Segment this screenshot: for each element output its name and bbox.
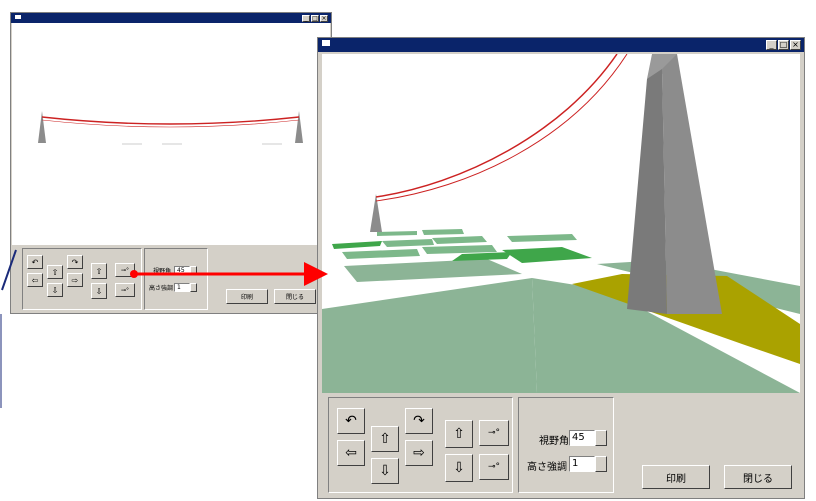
rotate-right-button[interactable]: ↷ <box>67 255 83 269</box>
small-window-titlebar: _ □ × <box>11 13 331 23</box>
move-right-button[interactable]: ⇨ <box>67 273 83 287</box>
tower-right <box>295 111 303 143</box>
arrow-right-icon: ⇨ <box>71 275 79 285</box>
zoom-in-icon: ⊸° <box>120 266 130 274</box>
move-up-button[interactable]: ⇧ <box>47 265 63 279</box>
backward-button[interactable]: ⇩ <box>445 454 473 482</box>
small-scene <box>38 111 303 145</box>
app-icon <box>15 15 21 19</box>
large-control-panel: ↶ ⇦ ⇧ ⇩ ↷ ⇨ ⇧ ⇩ ⊸° ⊸° 視野角 45 高さ強調 1 印刷 閉… <box>322 393 800 497</box>
small-control-panel: ↶ ⇦ ⇧ ⇩ ↷ ⇨ ⇧ ⇩ ⊸° ⊸° 視野角 45 高さ強調 1 印刷 閉… <box>12 245 330 313</box>
move-up-button[interactable]: ⇧ <box>371 426 399 452</box>
rotate-left-icon: ↶ <box>345 413 357 429</box>
height-spinner[interactable] <box>595 456 607 472</box>
large-window-titlebar: _ □ × <box>318 38 804 52</box>
zoom-in-button[interactable]: ⊸° <box>115 263 135 277</box>
field-patch <box>422 245 497 254</box>
maximize-button[interactable]: □ <box>311 15 319 22</box>
arrow-down-icon: ⇩ <box>379 463 391 479</box>
move-forward-icon: ⇧ <box>453 426 465 442</box>
settings-group: 視野角 45 高さ強調 1 <box>144 248 208 310</box>
move-left-button[interactable]: ⇦ <box>337 440 365 466</box>
tower-main-side <box>627 69 667 314</box>
close-dialog-button[interactable]: 閉じる <box>724 465 792 489</box>
field-patch <box>507 234 577 242</box>
fov-spinner[interactable] <box>595 430 607 446</box>
small-3d-view[interactable] <box>12 23 330 245</box>
tower-left <box>38 111 46 143</box>
maximize-button[interactable]: □ <box>778 40 789 50</box>
height-input[interactable]: 1 <box>569 456 595 472</box>
zoom-out-button[interactable]: ⊸° <box>115 283 135 297</box>
arrow-down-icon: ⇩ <box>51 285 59 295</box>
field-patch <box>452 252 512 261</box>
close-button[interactable]: × <box>790 40 801 50</box>
settings-group: 視野角 45 高さ強調 1 <box>518 397 614 493</box>
zoom-in-button[interactable]: ⊸° <box>479 420 509 446</box>
large-3d-view[interactable] <box>322 54 800 393</box>
arrow-left-icon: ⇦ <box>31 275 39 285</box>
forward-button[interactable]: ⇧ <box>91 263 107 279</box>
field-patch <box>332 241 382 249</box>
tower-distant <box>370 194 382 232</box>
arrow-left-icon: ⇦ <box>345 445 357 461</box>
fov-input[interactable]: 45 <box>569 430 595 446</box>
fov-spinner[interactable] <box>190 266 197 275</box>
move-backward-icon: ⇩ <box>95 286 103 296</box>
fov-input[interactable]: 45 <box>174 266 190 275</box>
arrow-up-icon: ⇧ <box>51 267 59 277</box>
field-patch <box>502 247 592 263</box>
print-button[interactable]: 印刷 <box>226 289 268 304</box>
height-label: 高さ強調 <box>149 285 174 292</box>
large-scene <box>322 54 800 393</box>
move-forward-icon: ⇧ <box>95 266 103 276</box>
height-label: 高さ強調 <box>527 462 567 473</box>
backward-button[interactable]: ⇩ <box>91 283 107 299</box>
arrow-right-icon: ⇨ <box>413 445 425 461</box>
field-patch <box>432 236 487 244</box>
small-viewer-window: _ □ × ↶ ⇦ ⇧ ⇩ ↷ ⇨ ⇧ ⇩ ⊸° ⊸° 視野角 45 高さ強調 … <box>10 12 332 314</box>
close-dialog-button[interactable]: 閉じる <box>274 289 316 304</box>
field-patch <box>377 231 417 236</box>
field-patch <box>344 259 522 282</box>
zoom-out-button[interactable]: ⊸° <box>479 454 509 480</box>
tower-main <box>662 54 722 314</box>
zoom-out-icon: ⊸° <box>487 462 501 472</box>
arrow-up-icon: ⇧ <box>379 431 391 447</box>
field-patch <box>342 249 420 259</box>
minimize-button[interactable]: _ <box>766 40 777 50</box>
zoom-in-icon: ⊸° <box>487 428 501 438</box>
close-button[interactable]: × <box>320 15 328 22</box>
rotate-right-button[interactable]: ↷ <box>405 408 433 434</box>
field-patch <box>422 229 464 235</box>
move-right-button[interactable]: ⇨ <box>405 440 433 466</box>
rotate-left-icon: ↶ <box>31 257 39 267</box>
print-button[interactable]: 印刷 <box>642 465 710 489</box>
navigation-group: ↶ ⇦ ⇧ ⇩ ↷ ⇨ ⇧ ⇩ ⊸° ⊸° <box>22 248 142 310</box>
rotate-right-icon: ↷ <box>71 257 79 267</box>
zoom-out-icon: ⊸° <box>120 286 130 294</box>
move-backward-icon: ⇩ <box>453 460 465 476</box>
fov-label: 視野角 <box>153 268 172 275</box>
rotate-right-icon: ↷ <box>413 413 425 429</box>
field-patch <box>322 278 537 393</box>
power-line <box>41 116 300 125</box>
fov-label: 視野角 <box>539 436 569 447</box>
navigation-group: ↶ ⇦ ⇧ ⇩ ↷ ⇨ ⇧ ⇩ ⊸° ⊸° <box>328 397 513 493</box>
rotate-left-button[interactable]: ↶ <box>337 408 365 434</box>
height-input[interactable]: 1 <box>174 283 190 292</box>
field-patch <box>382 239 434 247</box>
height-spinner[interactable] <box>190 283 197 292</box>
move-down-button[interactable]: ⇩ <box>47 283 63 297</box>
move-down-button[interactable]: ⇩ <box>371 458 399 484</box>
forward-button[interactable]: ⇧ <box>445 420 473 448</box>
move-left-button[interactable]: ⇦ <box>27 273 43 287</box>
power-line <box>375 54 628 202</box>
power-line <box>375 54 618 198</box>
large-viewer-window: _ □ × ↶ ⇦ ⇧ ⇩ ↷ ⇨ ⇧ ⇩ ⊸° ⊸° 視野角 45 高さ強調 … <box>317 37 805 499</box>
app-icon <box>322 40 330 46</box>
minimize-button[interactable]: _ <box>302 15 310 22</box>
rotate-left-button[interactable]: ↶ <box>27 255 43 269</box>
